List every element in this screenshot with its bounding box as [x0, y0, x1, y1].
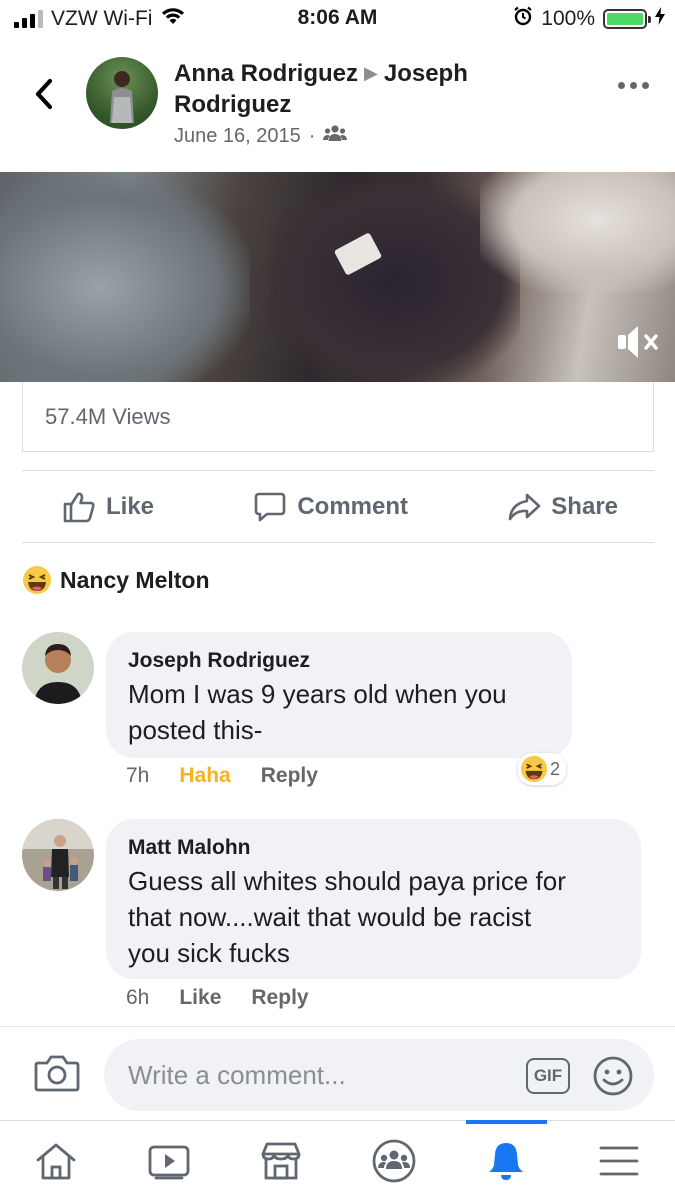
divider-top: [22, 470, 654, 471]
meta-separator: ·: [308, 124, 316, 147]
friends-icon: [323, 124, 348, 148]
dot-icon: [618, 82, 625, 89]
share-button[interactable]: Share: [507, 492, 618, 522]
tab-marketplace[interactable]: [225, 1121, 338, 1200]
comment-time[interactable]: 6h: [126, 986, 149, 1010]
charging-icon: [655, 7, 665, 31]
menu-icon: [599, 1146, 639, 1175]
more-options-button[interactable]: [618, 82, 649, 89]
reactions-summary[interactable]: Nancy Melton: [22, 565, 210, 595]
post-meta: June 16, 2015 ·: [174, 124, 348, 148]
tab-notifications[interactable]: [450, 1120, 563, 1200]
video-player[interactable]: [0, 172, 675, 382]
comment-text: Guess all whites should paya price for t…: [128, 863, 619, 971]
commenter-avatar[interactable]: [22, 819, 94, 891]
notifications-icon: [489, 1142, 524, 1180]
comment-text-line: Guess all whites should paya price for: [128, 866, 566, 896]
comment-label: Comment: [297, 493, 408, 520]
video-frame-person-right: [480, 172, 675, 292]
shared-to-arrow-icon: ▶: [364, 63, 378, 83]
comment-item: Joseph Rodriguez Mom I was 9 years old w…: [22, 632, 662, 792]
comment-time[interactable]: 7h: [126, 764, 149, 788]
comment-bubble[interactable]: Matt Malohn Guess all whites should paya…: [106, 819, 641, 979]
camera-icon: [34, 1055, 80, 1092]
battery-icon: [603, 9, 651, 29]
divider-bottom: [22, 542, 654, 543]
tab-menu[interactable]: [563, 1121, 675, 1200]
comment-input[interactable]: Write a comment... GIF: [104, 1039, 654, 1111]
comment-button[interactable]: Comment: [253, 491, 408, 523]
comment-actions: 6h Like Reply: [126, 986, 309, 1010]
comment-input-placeholder: Write a comment...: [128, 1060, 346, 1090]
back-button[interactable]: [26, 72, 62, 116]
views-box: 57.4M Views: [22, 382, 654, 452]
comment-bubble-icon: [255, 492, 286, 522]
battery-percent: 100%: [541, 7, 595, 30]
comment-reaction-badge[interactable]: 2: [518, 753, 567, 785]
camera-button[interactable]: [34, 1053, 80, 1093]
post-title: Anna Rodriguez ▶ Joseph Rodriguez: [174, 58, 554, 120]
tab-watch[interactable]: [113, 1121, 226, 1200]
groups-icon: [372, 1139, 416, 1182]
comment-text-line: that now....wait that would be racist: [128, 902, 532, 932]
smiley-icon: [593, 1056, 633, 1096]
gif-button[interactable]: GIF: [526, 1058, 570, 1094]
muted-speaker-icon: [618, 326, 658, 358]
reaction-count: 2: [550, 758, 561, 779]
alarm-icon: [513, 6, 533, 32]
comment-text-line: Mom I was 9 years old when you: [128, 679, 507, 709]
thumbs-up-icon: [63, 492, 95, 523]
mute-toggle-button[interactable]: [615, 322, 661, 362]
comment-like-button[interactable]: Like: [179, 986, 221, 1010]
comment-author[interactable]: Joseph Rodriguez: [128, 648, 550, 674]
comment-text: Mom I was 9 years old when you posted th…: [128, 676, 550, 748]
share-label: Share: [551, 493, 618, 520]
dot-icon: [630, 82, 637, 89]
comment-reply-button[interactable]: Reply: [261, 764, 318, 788]
dot-icon: [642, 82, 649, 89]
comment-reply-button[interactable]: Reply: [251, 986, 308, 1010]
emoji-button[interactable]: [592, 1055, 634, 1097]
marketplace-icon: [261, 1142, 301, 1179]
tab-home[interactable]: [0, 1121, 113, 1200]
video-frame-person-left: [0, 172, 250, 382]
action-bar: Like Comment Share: [22, 472, 654, 542]
comment-author[interactable]: Matt Malohn: [128, 835, 619, 861]
comment-actions: 7h Haha Reply: [126, 764, 318, 788]
comment-text-line: posted this-: [128, 715, 263, 745]
like-label: Like: [106, 493, 155, 520]
reactor-name: Nancy Melton: [60, 566, 210, 593]
like-button[interactable]: Like: [62, 491, 154, 523]
haha-emoji-icon: [520, 755, 548, 783]
haha-emoji-icon: [23, 566, 51, 594]
status-bar: VZW Wi-Fi 8:06 AM 100%: [0, 0, 675, 40]
post-date[interactable]: June 16, 2015: [174, 125, 301, 148]
post-header: Anna Rodriguez ▶ Joseph Rodriguez June 16,…: [0, 52, 675, 162]
comment-item: Matt Malohn Guess all whites should paya…: [22, 819, 662, 1019]
back-chevron-icon: [35, 78, 53, 110]
share-arrow-icon: [508, 493, 541, 521]
author-avatar[interactable]: [86, 57, 158, 129]
comment-haha-button[interactable]: Haha: [179, 764, 230, 788]
comment-bubble[interactable]: Joseph Rodriguez Mom I was 9 years old w…: [106, 632, 572, 758]
status-right: 100%: [513, 6, 665, 32]
author-name[interactable]: Anna Rodriguez: [174, 60, 358, 87]
comment-text-line: you sick fucks: [128, 938, 290, 968]
tab-groups[interactable]: [338, 1121, 451, 1200]
watch-icon: [148, 1145, 190, 1179]
commenter-avatar[interactable]: [22, 632, 94, 704]
tab-bar: [0, 1120, 675, 1200]
view-count: 57.4M Views: [45, 404, 171, 429]
comment-composer: Write a comment... GIF: [0, 1026, 675, 1120]
home-icon: [36, 1143, 76, 1179]
